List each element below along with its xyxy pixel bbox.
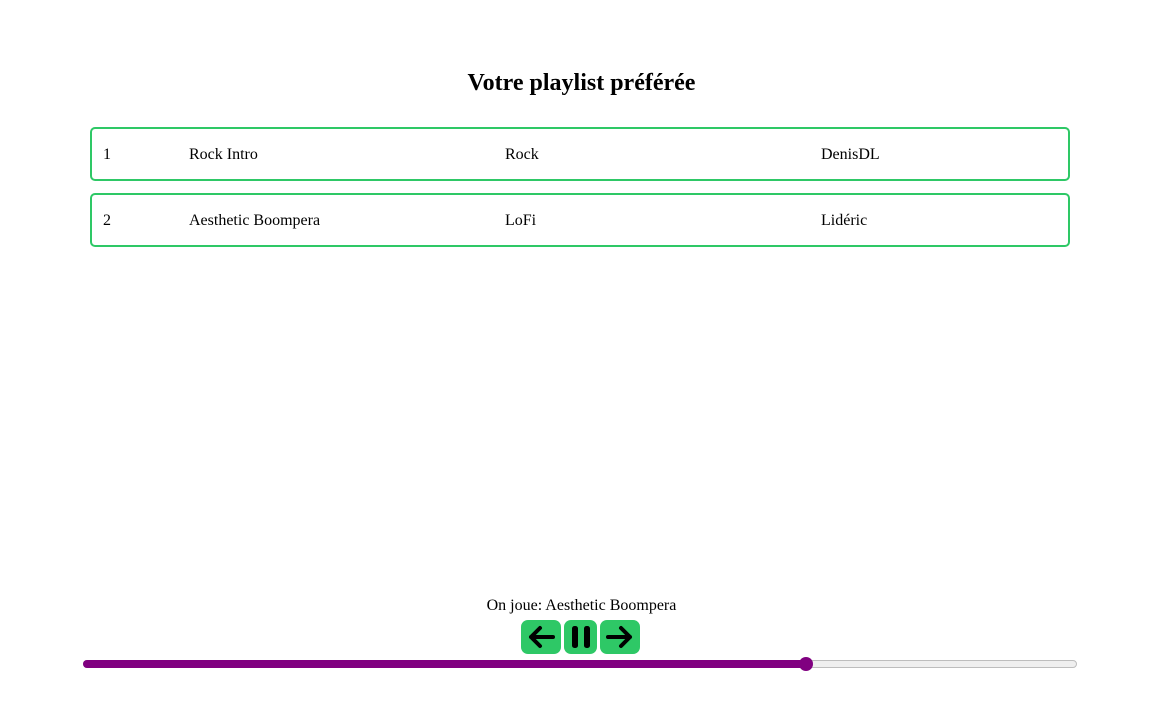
track-number: 1: [103, 146, 111, 163]
now-playing-label: On joue: Aesthetic Boompera: [486, 597, 677, 614]
progress-fill: [83, 660, 806, 668]
playlist-page: Votre playlist préférée 1 Rock Intro Roc…: [0, 0, 1163, 724]
arrow-right-icon: [606, 626, 632, 648]
page-title: Votre playlist préférée: [467, 70, 696, 96]
track-artist: Lidéric: [821, 212, 868, 229]
track-row[interactable]: 1 Rock Intro Rock DenisDL: [90, 127, 1070, 181]
track-row[interactable]: 2 Aesthetic Boompera LoFi Lidéric: [90, 193, 1070, 247]
track-genre: Rock: [505, 146, 539, 163]
next-button[interactable]: [600, 620, 640, 654]
track-title: Aesthetic Boompera: [189, 212, 321, 229]
track-artist: DenisDL: [821, 146, 880, 163]
track-number: 2: [103, 212, 111, 229]
playlist: 1 Rock Intro Rock DenisDL 2 Aesthetic Bo…: [90, 127, 1070, 259]
progress-thumb[interactable]: [798, 657, 813, 671]
arrow-left-icon: [529, 626, 555, 648]
pause-button[interactable]: [564, 620, 597, 654]
pause-icon: [571, 626, 590, 648]
track-title: Rock Intro: [189, 146, 258, 163]
track-genre: LoFi: [505, 212, 537, 229]
player-controls: [521, 620, 640, 654]
progress-slider[interactable]: [83, 657, 1077, 671]
previous-button[interactable]: [521, 620, 561, 654]
